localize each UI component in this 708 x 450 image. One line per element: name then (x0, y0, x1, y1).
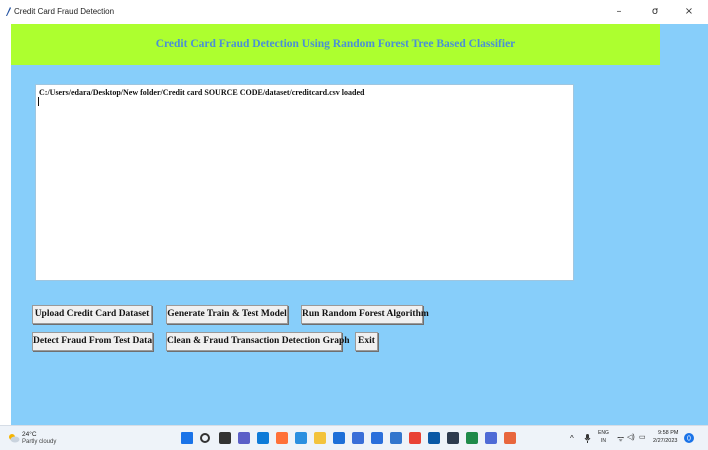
app-client-area: Credit Card Fraud Detection Using Random… (11, 24, 708, 425)
search-icon[interactable] (200, 433, 210, 443)
clock-time[interactable]: 9:58 PM (658, 430, 678, 436)
window-titlebar: Credit Card Fraud Detection – σ × (0, 0, 708, 24)
chrome-icon[interactable] (409, 432, 421, 444)
maximize-button[interactable]: σ (645, 4, 665, 20)
output-text: C:/Users/edara/Desktop/New folder/Credit… (39, 88, 365, 97)
app-icon-b[interactable] (485, 432, 497, 444)
output-text-area[interactable]: C:/Users/edara/Desktop/New folder/Credit… (35, 84, 574, 281)
firefox-icon[interactable] (276, 432, 288, 444)
exit-button[interactable]: Exit (355, 332, 378, 351)
battery-icon[interactable]: ▭ (639, 433, 646, 441)
weather-cloud-sun-icon[interactable] (8, 433, 20, 443)
show-hidden-icons-chevron-up-icon[interactable]: ^ (570, 434, 574, 443)
windows-taskbar: 24°C Partly cloudy ^ ENG IN ᯤ ◁) ▭ 9:58 … (0, 425, 708, 450)
weather-description: Partly cloudy (22, 439, 57, 445)
vscode-icon[interactable] (295, 432, 307, 444)
notification-icon[interactable]: 0 (684, 433, 694, 443)
fraud-graph-button[interactable]: Clean & Fraud Transaction Detection Grap… (166, 332, 350, 351)
store-icon[interactable] (333, 432, 345, 444)
file-explorer-icon[interactable] (314, 432, 326, 444)
header-banner: Credit Card Fraud Detection Using Random… (11, 24, 660, 65)
git-icon[interactable] (504, 432, 516, 444)
volume-icon[interactable]: ◁) (627, 433, 635, 441)
dell-icon[interactable] (428, 432, 440, 444)
windows-start-icon[interactable] (181, 432, 193, 444)
close-button[interactable]: × (679, 4, 699, 20)
window-title: Credit Card Fraud Detection (14, 7, 115, 16)
mail-icon[interactable] (371, 432, 383, 444)
microphone-icon[interactable] (584, 434, 591, 443)
page-title: Credit Card Fraud Detection Using Random… (155, 38, 516, 50)
photos-icon[interactable] (390, 432, 402, 444)
detect-fraud-button[interactable]: Detect Fraud From Test Data (32, 332, 153, 351)
run-random-forest-button[interactable]: Run Random Forest Algorithm (301, 305, 429, 324)
app-icon-a[interactable] (466, 432, 478, 444)
chat-icon[interactable] (238, 432, 250, 444)
language-code[interactable]: ENG (598, 430, 609, 436)
svg-text:0: 0 (687, 436, 691, 443)
clock-date[interactable]: 2/27/2023 (653, 438, 677, 444)
notepad-icon[interactable] (352, 432, 364, 444)
edge-icon[interactable] (257, 432, 269, 444)
task-view-icon[interactable] (219, 432, 231, 444)
minimize-button[interactable]: – (609, 4, 629, 20)
upload-dataset-button[interactable]: Upload Credit Card Dataset (32, 305, 152, 324)
generate-model-button[interactable]: Generate Train & Test Model (166, 305, 288, 324)
region-code[interactable]: IN (601, 438, 606, 444)
text-caret (38, 97, 39, 106)
terminal-icon[interactable] (447, 432, 459, 444)
wifi-icon[interactable]: ᯤ (617, 433, 624, 444)
weather-temperature: 24°C (22, 431, 37, 438)
feather-app-icon (6, 7, 11, 16)
